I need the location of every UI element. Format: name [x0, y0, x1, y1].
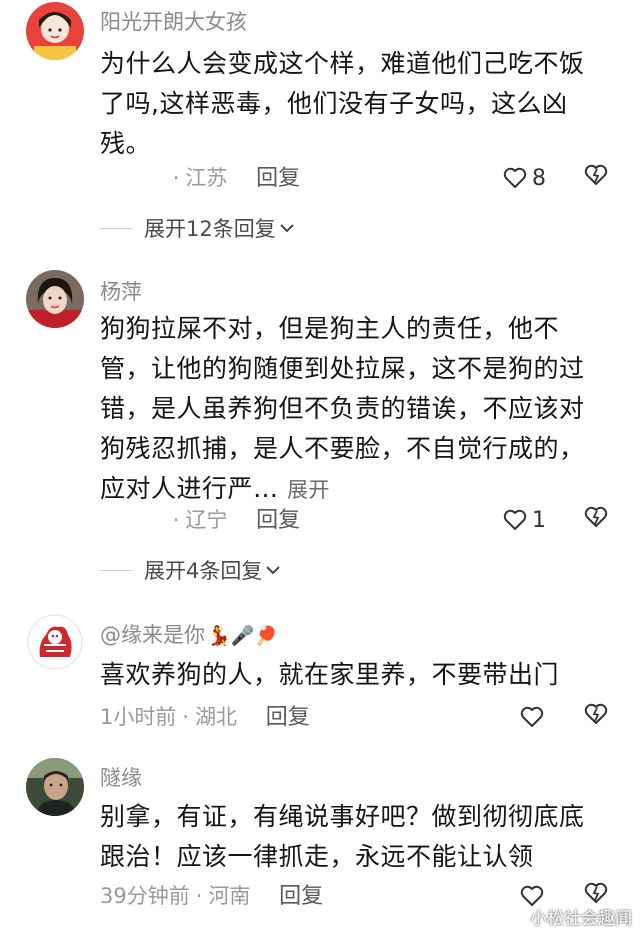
dislike-icon [584, 703, 608, 724]
comment-item: @缘来是你 💃🎤🏓 喜欢养狗的人，就在家里养，不要带出门 1小时前 · 湖北 回复 [0, 605, 640, 745]
dislike-icon [584, 882, 608, 903]
like-count: 1 [532, 507, 546, 533]
divider [100, 227, 132, 229]
location-label: 辽宁 [185, 508, 228, 532]
meta-dot: · [182, 705, 190, 729]
comment-meta: 39分钟前 · 河南 回复 [100, 881, 323, 911]
avatar[interactable] [26, 613, 84, 671]
comment-text: 喜欢养狗的人，就在家里养，不要带出门 [100, 660, 560, 689]
dislike-button[interactable] [583, 162, 609, 192]
avatar[interactable] [26, 270, 84, 328]
username[interactable]: 阳光开朗大女孩 [100, 6, 247, 36]
reply-button[interactable]: 回复 [256, 166, 300, 191]
reply-button[interactable]: 回复 [266, 705, 310, 730]
expand-replies-label: 展开12条回复 [144, 217, 276, 241]
reply-button[interactable]: 回复 [256, 508, 300, 533]
comment-meta: 1小时前 · 湖北 回复 [100, 702, 310, 732]
like-count: 8 [532, 165, 546, 191]
dislike-button[interactable] [583, 701, 609, 731]
dislike-icon [584, 506, 608, 527]
heart-icon [503, 167, 527, 188]
avatar[interactable] [26, 2, 84, 60]
username[interactable]: 杨萍 [100, 276, 142, 306]
time-label: 39分钟前 [100, 884, 190, 908]
heart-icon [503, 509, 527, 530]
comment-item: 杨萍 狗狗拉屎不对，但是狗主人的责任，他不管，让他的狗随便到处拉屎，这不是狗的过… [0, 262, 640, 592]
username[interactable]: @缘来是你 💃🎤🏓 [100, 619, 278, 649]
comment-text: 狗狗拉屎不对，但是狗主人的责任，他不管，让他的狗随便到处拉屎，这不是狗的过错，是… [100, 309, 608, 510]
meta-dot: · [172, 166, 180, 190]
chevron-down-icon [280, 224, 294, 233]
avatar[interactable] [26, 758, 84, 816]
expand-text-button[interactable]: 展开 [287, 478, 330, 502]
comment-text: 为什么人会变成这个样，难道他们己吃不饭了吗,这样恶毒，他们没有子女吗，这么凶残。 [100, 49, 585, 158]
username[interactable]: 隧缘 [100, 762, 142, 792]
time-label: 1小时前 [100, 705, 177, 729]
chevron-down-icon [266, 566, 281, 575]
expand-replies-button[interactable]: 展开4条回复 [100, 555, 282, 585]
meta-dot: · [172, 508, 180, 532]
username-text: @缘来是你 [100, 623, 205, 647]
heart-icon [520, 706, 544, 727]
dislike-button[interactable] [583, 504, 609, 534]
comment-text: 别拿，有证，有绳说事好吧？做到彻彻底底跟治！应该一律抓走，永远不能让认领 [100, 802, 585, 871]
like-button[interactable] [519, 702, 549, 732]
expand-replies-label: 展开4条回复 [144, 559, 263, 583]
location-label: 湖北 [195, 705, 238, 729]
comment-text-content: 狗狗拉屎不对，但是狗主人的责任，他不管，让他的狗随便到处拉屎，这不是狗的过错，是… [100, 314, 585, 503]
dislike-icon [584, 164, 608, 185]
comment-meta: · 辽宁 回复 [100, 505, 300, 535]
divider [100, 569, 132, 571]
like-button[interactable]: 1 [502, 505, 546, 535]
location-label: 河南 [208, 884, 251, 908]
expand-replies-button[interactable]: 展开12条回复 [100, 213, 296, 243]
reply-button[interactable]: 回复 [279, 884, 323, 909]
comment-meta: · 江苏 回复 [100, 163, 300, 193]
like-button[interactable]: 8 [502, 163, 546, 193]
comment-item: 阳光开朗大女孩 为什么人会变成这个样，难道他们己吃不饭了吗,这样恶毒，他们没有子… [0, 0, 640, 250]
meta-dot: · [195, 884, 203, 908]
username-emoji: 💃🎤🏓 [207, 625, 278, 647]
location-label: 江苏 [185, 166, 228, 190]
watermark: 小松社会趣闻 [530, 909, 632, 929]
